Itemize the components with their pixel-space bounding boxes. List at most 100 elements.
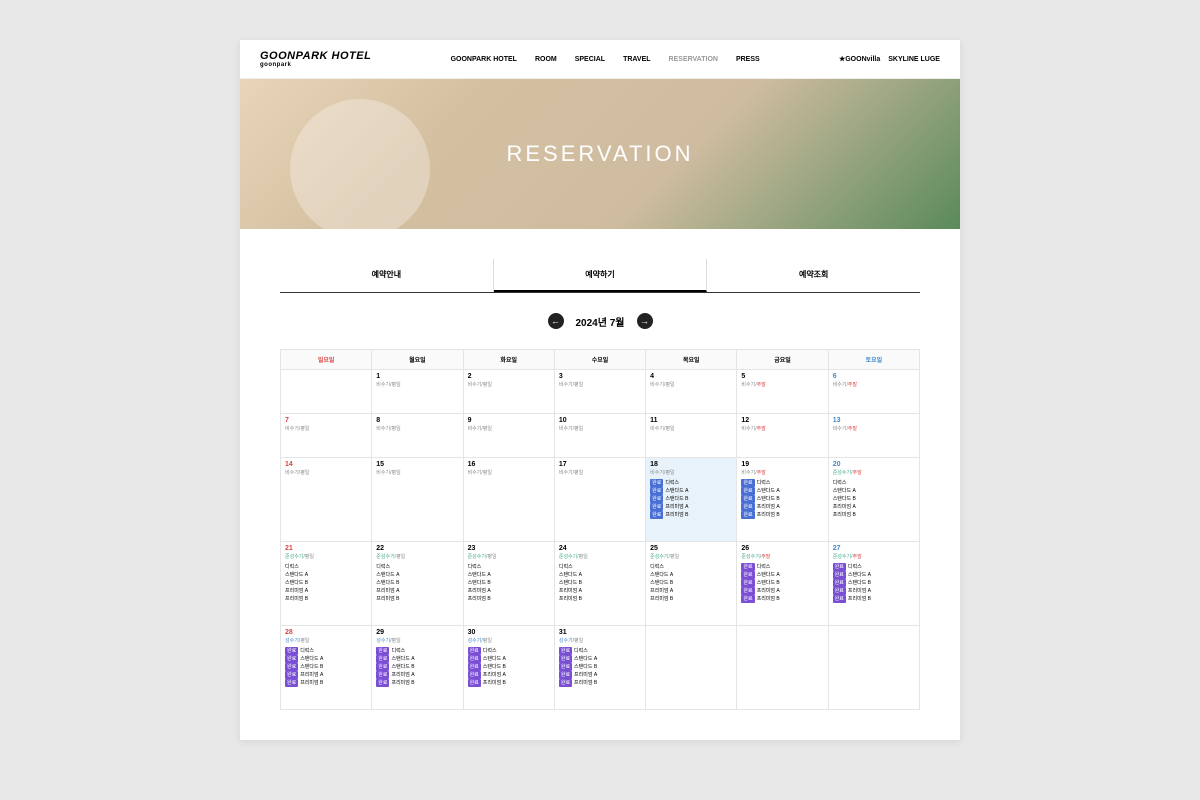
room-item[interactable]: 완료디럭스 — [468, 647, 550, 655]
room-item[interactable]: 완료디럭스 — [741, 563, 823, 571]
room-item[interactable]: 완료디럭스 — [833, 563, 915, 571]
room-item[interactable]: 프리미엄 A — [650, 587, 732, 595]
calendar-cell[interactable]: 9비수기/평일 — [463, 414, 554, 458]
logo[interactable]: GOONPARK HOTEL goonpark — [260, 50, 371, 68]
room-item[interactable]: 완료스탠다드 A — [650, 487, 732, 495]
room-item[interactable]: 스탠다드 A — [559, 571, 641, 579]
room-item[interactable]: 완료프리미엄 B — [468, 679, 550, 687]
room-item[interactable]: 디럭스 — [559, 563, 641, 571]
room-item[interactable]: 완료디럭스 — [376, 647, 458, 655]
room-item[interactable]: 프리미엄 B — [468, 595, 550, 603]
room-item[interactable]: 완료프리미엄 B — [741, 595, 823, 603]
room-item[interactable]: 완료스탠다드 B — [833, 579, 915, 587]
room-item[interactable]: 완료디럭스 — [741, 479, 823, 487]
calendar-cell[interactable]: 26준성수기/주말완료디럭스완료스탠다드 A완료스탠다드 B완료프리미엄 A완료… — [737, 542, 828, 626]
calendar-cell[interactable]: 1비수기/평일 — [372, 370, 463, 414]
tab-0[interactable]: 예약안내 — [280, 259, 494, 292]
nav-reservation[interactable]: RESERVATION — [669, 56, 718, 63]
calendar-cell[interactable]: 22준성수기/평일디럭스스탠다드 A스탠다드 B프리미엄 A프리미엄 B — [372, 542, 463, 626]
nav-room[interactable]: ROOM — [535, 56, 557, 63]
room-item[interactable]: 스탠다드 A — [468, 571, 550, 579]
calendar-cell[interactable]: 12비수기/주말 — [737, 414, 828, 458]
room-item[interactable]: 프리미엄 A — [559, 587, 641, 595]
brand-link[interactable]: ★GOONvilla — [839, 55, 880, 63]
room-item[interactable]: 완료스탠다드 A — [741, 487, 823, 495]
room-item[interactable]: 스탠다드 B — [650, 579, 732, 587]
room-item[interactable]: 완료스탠다드 A — [285, 655, 367, 663]
room-item[interactable]: 완료디럭스 — [285, 647, 367, 655]
calendar-cell[interactable]: 23준성수기/평일디럭스스탠다드 A스탠다드 B프리미엄 A프리미엄 B — [463, 542, 554, 626]
calendar-cell[interactable]: 28성수기/평일완료디럭스완료스탠다드 A완료스탠다드 B완료프리미엄 A완료프… — [281, 626, 372, 710]
calendar-cell[interactable]: 7비수기/평일 — [281, 414, 372, 458]
calendar-cell[interactable]: 27준성수기/주말완료디럭스완료스탠다드 A완료스탠다드 B완료프리미엄 A완료… — [828, 542, 919, 626]
calendar-cell[interactable]: 10비수기/평일 — [554, 414, 645, 458]
calendar-cell[interactable]: 21준성수기/평일디럭스스탠다드 A스탠다드 B프리미엄 A프리미엄 B — [281, 542, 372, 626]
room-item[interactable]: 완료디럭스 — [650, 479, 732, 487]
room-item[interactable]: 디럭스 — [468, 563, 550, 571]
room-item[interactable]: 완료프리미엄 A — [650, 503, 732, 511]
room-item[interactable]: 완료스탠다드 B — [285, 663, 367, 671]
calendar-cell[interactable]: 3비수기/평일 — [554, 370, 645, 414]
tab-1[interactable]: 예약하기 — [494, 259, 708, 292]
calendar-cell[interactable]: 31성수기/평일완료디럭스완료스탠다드 A완료스탠다드 B완료프리미엄 A완료프… — [554, 626, 645, 710]
room-item[interactable]: 스탠다드 A — [285, 571, 367, 579]
room-item[interactable]: 스탠다드 A — [650, 571, 732, 579]
room-item[interactable]: 완료프리미엄 B — [833, 595, 915, 603]
calendar-cell[interactable]: 29성수기/평일완료디럭스완료스탠다드 A완료스탠다드 B완료프리미엄 A완료프… — [372, 626, 463, 710]
calendar-cell[interactable]: 19비수기/주말완료디럭스완료스탠다드 A완료스탠다드 B완료프리미엄 A완료프… — [737, 458, 828, 542]
room-item[interactable]: 완료스탠다드 B — [559, 663, 641, 671]
room-item[interactable]: 완료스탠다드 B — [650, 495, 732, 503]
calendar-cell[interactable]: 5비수기/주말 — [737, 370, 828, 414]
calendar-cell[interactable]: 14비수기/평일 — [281, 458, 372, 542]
nav-special[interactable]: SPECIAL — [575, 56, 605, 63]
room-item[interactable]: 완료스탠다드 A — [833, 571, 915, 579]
room-item[interactable]: 완료스탠다드 A — [376, 655, 458, 663]
tab-2[interactable]: 예약조회 — [707, 259, 920, 292]
room-item[interactable]: 완료프리미엄 B — [376, 679, 458, 687]
room-item[interactable]: 완료프리미엄 A — [468, 671, 550, 679]
calendar-cell[interactable]: 30성수기/평일완료디럭스완료스탠다드 A완료스탠다드 B완료프리미엄 A완료프… — [463, 626, 554, 710]
calendar-cell[interactable]: 8비수기/평일 — [372, 414, 463, 458]
room-item[interactable]: 디럭스 — [833, 479, 915, 487]
room-item[interactable]: 완료프리미엄 A — [285, 671, 367, 679]
room-item[interactable]: 프리미엄 B — [833, 511, 915, 519]
room-item[interactable]: 스탠다드 B — [833, 495, 915, 503]
room-item[interactable]: 완료스탠다드 A — [741, 571, 823, 579]
calendar-cell[interactable]: 6비수기/주말 — [828, 370, 919, 414]
room-item[interactable]: 완료프리미엄 A — [741, 587, 823, 595]
room-item[interactable]: 완료스탠다드 B — [741, 579, 823, 587]
room-item[interactable]: 디럭스 — [650, 563, 732, 571]
room-item[interactable]: 완료디럭스 — [559, 647, 641, 655]
room-item[interactable]: 완료프리미엄 B — [741, 511, 823, 519]
room-item[interactable]: 완료스탠다드 A — [559, 655, 641, 663]
room-item[interactable]: 프리미엄 B — [376, 595, 458, 603]
nav-travel[interactable]: TRAVEL — [623, 56, 650, 63]
calendar-cell[interactable]: 25준성수기/평일디럭스스탠다드 A스탠다드 B프리미엄 A프리미엄 B — [646, 542, 737, 626]
calendar-cell[interactable]: 11비수기/평일 — [646, 414, 737, 458]
room-item[interactable]: 완료스탠다드 B — [376, 663, 458, 671]
calendar-cell[interactable]: 16비수기/평일 — [463, 458, 554, 542]
room-item[interactable]: 완료프리미엄 A — [376, 671, 458, 679]
calendar-cell[interactable]: 2비수기/평일 — [463, 370, 554, 414]
room-item[interactable]: 스탠다드 B — [376, 579, 458, 587]
room-item[interactable]: 프리미엄 A — [468, 587, 550, 595]
room-item[interactable]: 완료프리미엄 B — [650, 511, 732, 519]
nav-goonpark-hotel[interactable]: GOONPARK HOTEL — [451, 56, 517, 63]
room-item[interactable]: 완료프리미엄 A — [741, 503, 823, 511]
room-item[interactable]: 프리미엄 A — [285, 587, 367, 595]
room-item[interactable]: 스탠다드 B — [559, 579, 641, 587]
room-item[interactable]: 스탠다드 A — [833, 487, 915, 495]
room-item[interactable]: 완료프리미엄 A — [559, 671, 641, 679]
nav-press[interactable]: PRESS — [736, 56, 760, 63]
room-item[interactable]: 완료스탠다드 B — [468, 663, 550, 671]
calendar-cell[interactable]: 4비수기/평일 — [646, 370, 737, 414]
calendar-cell[interactable]: 13비수기/주말 — [828, 414, 919, 458]
room-item[interactable]: 스탠다드 B — [285, 579, 367, 587]
room-item[interactable]: 디럭스 — [376, 563, 458, 571]
room-item[interactable]: 완료스탠다드 B — [741, 495, 823, 503]
room-item[interactable]: 프리미엄 A — [376, 587, 458, 595]
room-item[interactable]: 스탠다드 B — [468, 579, 550, 587]
room-item[interactable]: 프리미엄 B — [559, 595, 641, 603]
room-item[interactable]: 프리미엄 B — [650, 595, 732, 603]
prev-month-button[interactable]: ← — [548, 313, 564, 329]
